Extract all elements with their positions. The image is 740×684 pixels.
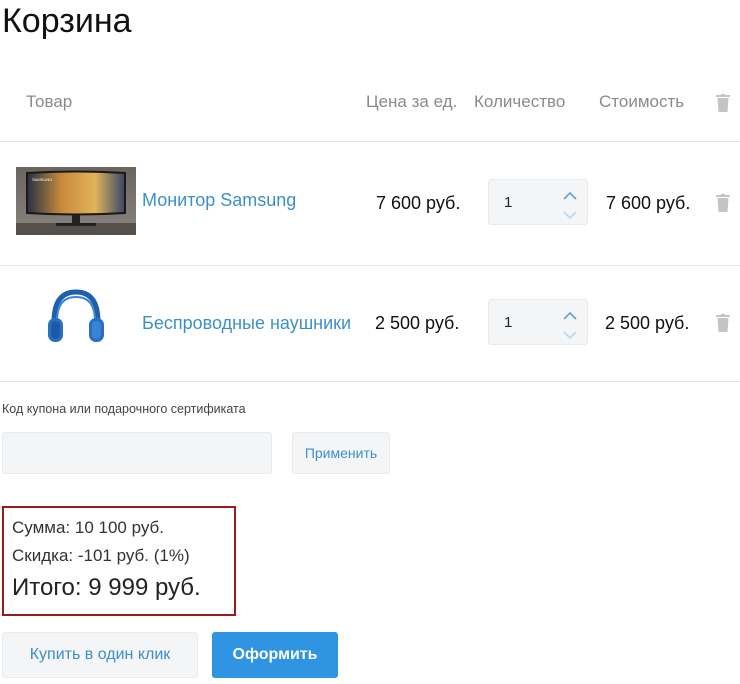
chevron-down-icon[interactable] (563, 327, 577, 340)
chevron-down-icon[interactable] (563, 207, 577, 220)
page-title: Корзина (2, 2, 132, 40)
delete-item-icon[interactable] (716, 194, 730, 212)
discount-text: Скидка: -101 руб. (1%) (12, 546, 190, 565)
monitor-image[interactable]: SAMSUNG (16, 167, 136, 240)
quantity-value: 1 (504, 314, 513, 331)
divider (0, 141, 740, 142)
item-cost: 2 500 руб. (605, 313, 690, 333)
product-link[interactable]: Монитор Samsung (142, 190, 296, 211)
delete-item-icon[interactable] (716, 314, 730, 332)
unit-price: 7 600 руб. (376, 193, 461, 213)
divider (0, 265, 740, 266)
delete-all-icon[interactable] (716, 94, 730, 112)
monitor-brand-text: SAMSUNG (32, 177, 52, 182)
unit-price: 2 500 руб. (375, 313, 460, 333)
quantity-stepper[interactable]: 1 (488, 179, 588, 225)
coupon-input[interactable] (2, 432, 272, 474)
total-text: Итого: 9 999 руб. (12, 574, 201, 601)
quantity-stepper[interactable]: 1 (488, 299, 588, 345)
chevron-up-icon[interactable] (563, 308, 577, 320)
header-quantity: Количество (474, 92, 566, 111)
header-product: Товар (26, 92, 73, 111)
headphones-image[interactable] (44, 288, 108, 353)
divider (0, 381, 740, 382)
apply-coupon-button[interactable]: Применить (292, 432, 390, 474)
order-totals: Сумма: 10 100 руб. Скидка: -101 руб. (1%… (2, 506, 236, 616)
product-link[interactable]: Беспроводные наушники (142, 313, 351, 334)
sum-text: Сумма: 10 100 руб. (12, 518, 164, 537)
quantity-value: 1 (504, 194, 513, 211)
chevron-up-icon[interactable] (563, 188, 577, 200)
header-cost: Стоимость (599, 92, 685, 111)
checkout-button[interactable]: Оформить (212, 632, 338, 678)
buy-one-click-button[interactable]: Купить в один клик (2, 632, 198, 678)
coupon-label: Код купона или подарочного сертификата (2, 402, 246, 416)
item-cost: 7 600 руб. (606, 193, 691, 213)
header-unit-price: Цена за ед. (366, 92, 458, 111)
